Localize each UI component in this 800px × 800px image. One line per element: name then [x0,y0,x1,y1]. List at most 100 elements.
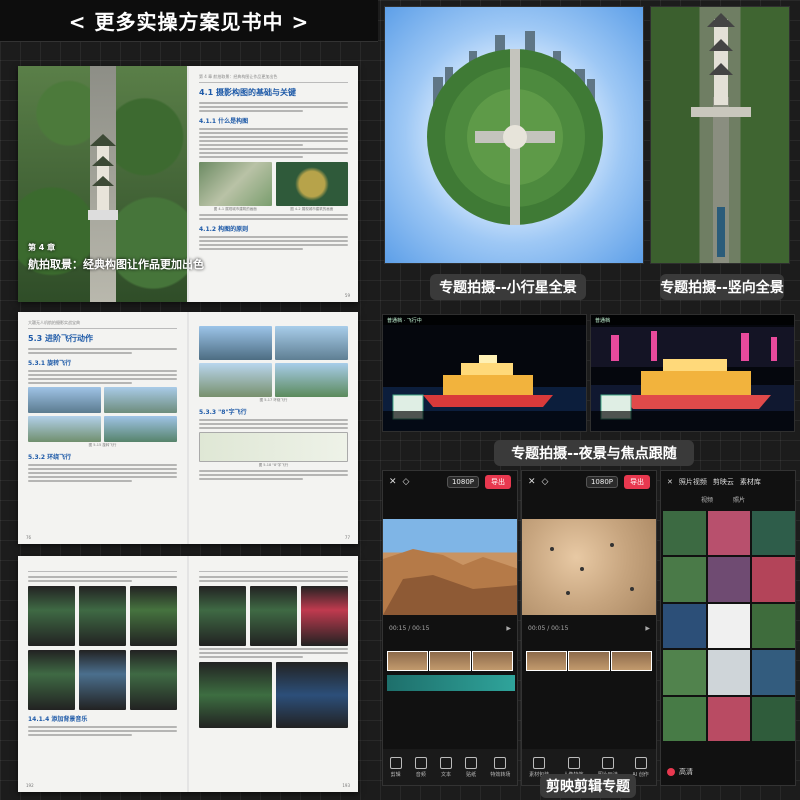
tool-text[interactable]: 文本 [439,756,452,778]
close-icon[interactable]: ✕ [389,477,397,487]
video-track[interactable] [522,651,656,671]
label-editing-topic: 剪映剪辑专题 [540,774,636,798]
media-thumb[interactable] [752,603,795,649]
figure-caption: 图 5-17 环绕飞行 [259,398,288,402]
night-shot-screen-right: 普通档 [590,314,795,432]
figure-caption: 图 5-18 "8"字飞行 [258,463,289,467]
video-track[interactable] [383,651,517,671]
media-thumb[interactable] [752,557,795,602]
tool-edit[interactable]: 剪辑 [389,756,402,778]
subsection-heading: 14.1.4 添加背景音乐 [28,716,88,723]
close-icon[interactable]: ✕ [667,478,673,486]
media-picker-screen: ✕ 照片视频 剪映云 素材库 视频 照片 高清 [660,470,796,786]
page-number: 59 [344,293,350,298]
chapter-number: 第 4 章 [28,243,56,252]
label-vertical-panorama: 专题拍摄--竖向全景 [660,274,784,300]
figure-caption: 图 5-15 旋转飞行 [88,443,117,447]
media-thumb[interactable] [752,650,795,695]
media-thumb[interactable] [663,650,706,695]
flight-mode: 普通档 [387,318,403,324]
help-icon[interactable]: ◇ [403,477,410,487]
little-planet-photo [384,6,644,264]
timecode: 00:15 / 00:15 ▶ [383,621,517,635]
check-icon[interactable] [667,768,675,776]
video-preview [522,519,656,615]
hd-toggle-label: 高清 [679,768,693,776]
video-preview [383,519,517,615]
aerial-sand-icon [550,543,634,595]
timecode: 00:05 / 00:15 ▶ [522,621,656,635]
media-thumb[interactable] [752,696,795,741]
page-number: 193 [342,783,350,788]
pagoda-tower-icon [88,134,118,220]
subsection-heading: 5.3.1 旋转飞行 [28,360,72,367]
running-head: 第 4 章 航拍取景：经典构图让作品更加出色 [199,74,348,83]
editing-app-screen-1: ✕ ◇ 1080P 导出 00:15 / 00:15 ▶ 剪辑 音频 文本 贴纸 … [382,470,518,786]
chapter-cover-photo: 第 4 章 航拍取景：经典构图让作品更加出色 [18,66,204,302]
tab-library[interactable]: 素材库 [740,477,761,487]
media-thumb[interactable] [663,511,706,556]
section-heading: 4.1 摄影构图的基础与关键 [199,88,296,97]
label-little-planet: 专题拍摄--小行星全景 [430,274,586,300]
time-readout: 00:05 / 00:15 [528,624,569,632]
media-thumb[interactable] [707,603,751,649]
time-readout: 00:15 / 00:15 [389,624,430,632]
resolution-select[interactable]: 1080P [585,476,618,488]
play-icon[interactable]: ▶ [506,625,511,632]
tool-audio[interactable]: 音频 [414,756,427,778]
media-thumb[interactable] [752,511,795,556]
book-spread-3: 14.1.4 添加背景音乐 192 193 [18,556,358,792]
tool-effects[interactable]: 特效转场 [490,756,511,778]
tool-label: 特效转场 [490,771,511,778]
subsection-heading: 5.3.2 环绕飞行 [28,454,72,461]
media-thumb[interactable] [707,696,751,741]
little-planet-globe-icon [427,31,603,225]
section-heading: 5.3 进阶飞行动作 [28,334,93,343]
toolbar: 剪辑 音频 文本 贴纸 特效转场 [383,749,517,785]
desert-rock-icon [383,549,517,615]
export-button[interactable]: 导出 [485,475,511,489]
media-thumb[interactable] [663,696,706,741]
tool-label: 剪辑 [390,771,401,778]
page-left: 大疆无人机航拍摄影实战宝典 5.3 进阶飞行动作 5.3.1 旋转飞行 图 5-… [18,312,187,544]
resolution-select[interactable]: 1080P [446,476,479,488]
tool-label: 贴纸 [466,771,477,778]
media-thumb[interactable] [707,557,751,602]
export-button[interactable]: 导出 [624,475,650,489]
page-right: 图 5-17 环绕飞行 5.3.3 "8"字飞行 图 5-18 "8"字飞行 7… [189,312,358,544]
vertical-tower-icon [691,13,751,263]
chapter-title: 航拍取景：经典构图让作品更加出色 [28,258,204,271]
page-number: 77 [344,535,350,540]
help-icon[interactable]: ◇ [542,477,549,487]
play-icon[interactable]: ▶ [645,625,650,632]
running-head: 大疆无人机航拍摄影实战宝典 [28,320,177,329]
page-right: 第 4 章 航拍取景：经典构图让作品更加出色 4.1 摄影构图的基础与关键 4.… [189,66,358,302]
media-thumb[interactable] [707,650,751,695]
subsection-heading: 5.3.3 "8"字飞行 [199,409,247,416]
tab-photo-video[interactable]: 照片视频 [679,477,707,487]
flight-mode: 普通档 [595,318,611,324]
media-thumb[interactable] [707,511,751,556]
subtab-video[interactable]: 视频 [701,495,713,507]
flight-status: 飞行中 [406,318,422,324]
media-thumb[interactable] [663,557,706,602]
subtab-photo[interactable]: 照片 [733,495,745,507]
figure-caption: 图 4-2 展现城市建筑的画面 [290,207,334,211]
label-night-focus-tracking: 专题拍摄--夜景与焦点跟随 [494,440,694,466]
media-thumb[interactable] [663,603,706,649]
audio-track[interactable] [387,675,515,691]
night-shot-screen-left: 普通档 · 飞行中 [382,314,587,432]
tool-sticker[interactable]: 贴纸 [465,756,478,778]
book-spread-1: 第 4 章 航拍取景：经典构图让作品更加出色 第 4 章 航拍取景：经典构图让作… [18,66,358,302]
page-left: 14.1.4 添加背景音乐 192 [18,556,187,792]
book-spread-2: 大疆无人机航拍摄影实战宝典 5.3 进阶飞行动作 5.3.1 旋转飞行 图 5-… [18,312,358,544]
tool-ai[interactable]: AI 创作 [632,756,649,778]
tool-label: 文本 [440,771,451,778]
close-icon[interactable]: ✕ [528,477,536,487]
figure-caption: 图 4-1 展现城市建筑的画面 [213,207,257,211]
tab-cloud[interactable]: 剪映云 [713,477,734,487]
editing-app-screen-2: ✕ ◇ 1080P 导出 00:05 / 00:15▶ 素材包装 人像特效 图片… [521,470,657,786]
tool-label: 音频 [415,771,426,778]
vertical-panorama-photo [650,6,790,264]
header-banner: < 更多实操方案见书中 > [0,0,378,42]
